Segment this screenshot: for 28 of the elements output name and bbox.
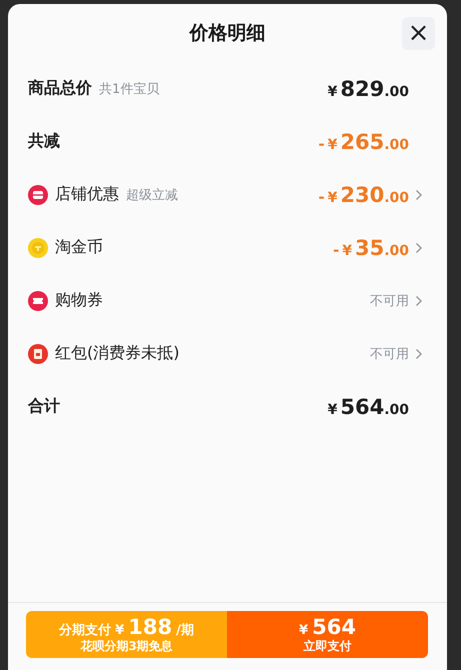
coin-icon: [28, 238, 48, 258]
row-note: 超级立减: [126, 186, 178, 204]
chevron-icon[interactable]: [415, 294, 423, 306]
chevron-icon[interactable]: [415, 188, 423, 200]
row-label: 合计: [28, 396, 60, 417]
price-amount: ¥564.00: [328, 394, 409, 418]
pay-now-button[interactable]: ¥ 564 立即支付: [227, 611, 428, 658]
close-button[interactable]: ×: [402, 17, 435, 50]
row-label: 淘金币: [55, 237, 103, 258]
price-amount: - ¥230.00: [318, 182, 409, 206]
row-note: 共1件宝贝: [99, 80, 160, 98]
envelope-icon: [28, 344, 48, 364]
status-text: 不可用: [370, 346, 409, 362]
chevron-icon[interactable]: [415, 348, 423, 360]
row-label: 红包(消费券未抵): [55, 343, 180, 364]
row-label: 共减: [28, 131, 60, 152]
installment-button[interactable]: 分期支付 ¥ 188 /期 花呗分期3期免息: [26, 611, 227, 658]
ticket-icon: [28, 290, 48, 310]
row-label: 购物券: [55, 290, 103, 311]
price-amount: ¥829.00: [328, 76, 409, 100]
sheet-title: 价格明细: [190, 21, 266, 46]
shop-icon: [28, 184, 48, 204]
row-label: 商品总价: [28, 78, 92, 99]
chevron-icon[interactable]: [415, 242, 423, 254]
price-amount: - ¥265.00: [318, 130, 409, 154]
row-label: 店铺优惠: [55, 184, 119, 205]
price-amount: - ¥35.00: [332, 236, 409, 260]
status-text: 不可用: [370, 292, 409, 310]
